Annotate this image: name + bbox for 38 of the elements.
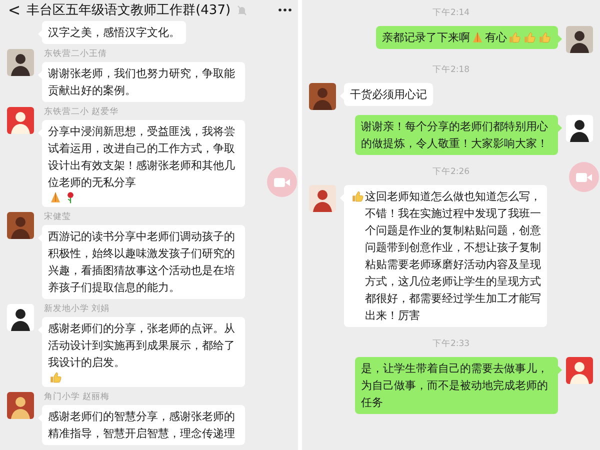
more-icon[interactable] <box>278 8 292 12</box>
avatar[interactable] <box>566 26 593 53</box>
thumbs-up-icon <box>351 190 364 203</box>
message-text: 有心 <box>485 30 507 46</box>
mute-icon <box>236 4 247 16</box>
avatar[interactable] <box>566 115 593 142</box>
sender-name: 角门小学 赵丽梅 <box>44 392 110 402</box>
chat-title: 丰台区五年级语文教师工作群(437) <box>26 2 231 19</box>
message-text: 谢谢亲！每个分享的老师们都特别用心的做提炼，令人敬重！大家影响大家！ <box>361 119 549 152</box>
video-camera-icon <box>274 176 290 188</box>
message-text: 西游记的读书分享中老师们调动孩子的积极性，始终以趣味激发孩子们研究的兴趣，看插图猜故事这个活动也是在培养孩子们提取信息的能力。 <box>48 229 236 296</box>
praying-hands-icon <box>49 191 62 204</box>
message-text: 谢谢张老师，我们也努力研究，争取能贡献出好的案例。 <box>48 66 236 99</box>
message-text: 干货必须用心记 <box>350 87 427 103</box>
message-text: 分享中浸润新思想，受益匪浅，我将尝试着运用，改进自己的工作方式，争取设计出有效支架！感谢张老师和其他几位老师的无私分享 <box>48 124 236 191</box>
sender-name: 宋健莹 <box>44 212 71 222</box>
timestamp: 下午2:26 <box>432 166 470 178</box>
thumbs-up-icon <box>538 31 551 44</box>
message-text: 感谢老师们的分享，张老师的点评。从活动设计到实施再到成果展示，都给了我设计的启发。 <box>48 321 236 371</box>
message-text: 这回老师知道怎么做也知道怎么写，不错！我在实施过程中发现了我班一个问题是作业的复制粘贴问题，创意问题带到创意作业，不想让孩子复制粘贴需要老师琢磨好活动内容及呈现方式，这几位老师让学生的呈现方式都很好，都需要经过学生加工才能写出来！厉害 <box>365 189 541 324</box>
thumbs-up-icon <box>508 31 521 44</box>
sender-name: 东铁营二小王倩 <box>44 49 107 59</box>
back-button[interactable]: < <box>8 0 21 20</box>
sender-name: 东铁营二小 赵爱华 <box>44 107 119 117</box>
avatar[interactable] <box>7 49 34 76</box>
message-text: 亲都记录了下来啊 <box>382 30 470 46</box>
timestamp: 下午2:18 <box>432 64 470 76</box>
thumbs-up-icon <box>49 371 62 384</box>
sender-name: 新发地小学 刘娟 <box>44 304 110 314</box>
message-text: 是，让学生带着自己的需要去做事儿，为自己做事，而不是被动地完成老师的任务 <box>361 361 549 411</box>
message-text: 感谢老师们的智慧分享，感谢张老师的精准指导，智慧开启智慧，理念传递理 <box>48 409 236 442</box>
thumbs-up-icon <box>523 31 536 44</box>
avatar[interactable] <box>7 304 34 331</box>
timestamp: 下午2:14 <box>432 7 470 19</box>
praying-hands-icon <box>471 31 484 44</box>
timestamp: 下午2:33 <box>432 338 470 350</box>
message-text: 汉字之美，感悟汉字文化。 <box>48 25 180 41</box>
video-camera-icon <box>576 172 592 182</box>
